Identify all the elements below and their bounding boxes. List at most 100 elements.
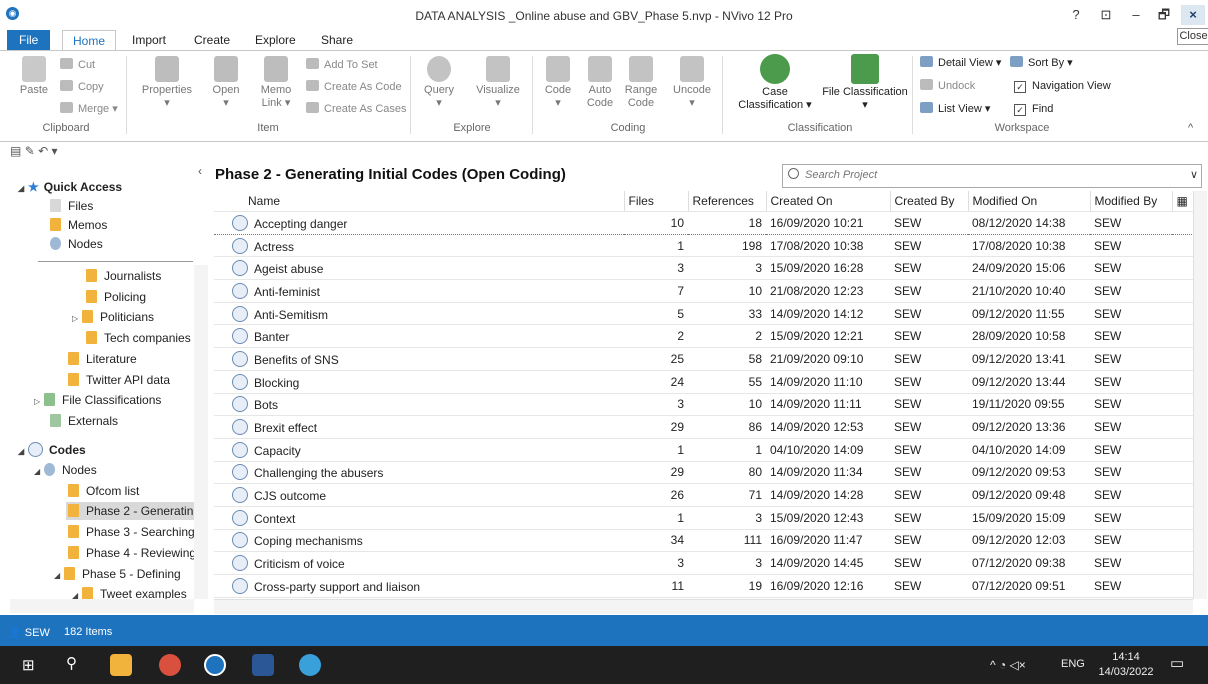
case-classification-button[interactable]: Case Classification ▾ (732, 54, 818, 112)
detail-view-button[interactable]: Detail View ▾ (920, 54, 1001, 72)
table-row[interactable]: Blocking 24 55 14/09/2020 11:10 SEW 09/12/202… (214, 370, 1196, 394)
find-checkbox[interactable]: ✓ Find (1014, 100, 1053, 118)
nav-codes-nodes[interactable]: ◢ Nodes (34, 461, 97, 479)
nav-politicians[interactable]: ▷ Politicians (72, 308, 154, 326)
nav-tech-companies[interactable]: Tech companies (86, 329, 191, 347)
restore-button[interactable]: 🗗 (1152, 5, 1176, 25)
table-row[interactable]: Banter 2 2 15/09/2020 12:21 SEW 28/09/2020 10… (214, 324, 1196, 349)
nav-twitter-api-data[interactable]: Twitter API data (68, 371, 170, 389)
memo-link-button[interactable]: Memo Link ▾ (254, 56, 298, 110)
properties-button[interactable]: Properties ▾ (138, 56, 196, 110)
tab-create[interactable]: Create (184, 30, 240, 50)
nav-codes[interactable]: ◢ Codes (18, 441, 86, 459)
system-tray-icons[interactable]: ^ ◔ ◁× (990, 658, 1026, 672)
table-row[interactable]: Criticism of voice 3 3 14/09/2020 14:45 SEW 0… (214, 551, 1196, 575)
create-as-code-button[interactable]: Create As Code (306, 78, 402, 96)
column-header-created-by[interactable]: Created By (890, 191, 969, 212)
nav-policing[interactable]: Policing (86, 288, 146, 306)
column-header-files[interactable]: Files (624, 191, 689, 212)
search-input[interactable] (803, 168, 1167, 182)
nav-ofcom-list[interactable]: Ofcom list (68, 482, 139, 500)
nav-quick-access[interactable]: ◢ ★ Quick Access (18, 178, 122, 196)
sort-by-button[interactable]: Sort By ▾ (1010, 54, 1073, 72)
list-view-button[interactable]: List View ▾ (920, 100, 990, 118)
nav-files[interactable]: Files (50, 197, 93, 215)
open-button[interactable]: Open ▾ (208, 56, 244, 110)
column-header-name[interactable]: Name (214, 191, 625, 212)
table-row[interactable]: Coping mechanisms 34 111 16/09/2020 11:47 SE… (214, 529, 1196, 553)
horizontal-scrollbar[interactable] (214, 599, 1193, 614)
nvivo-taskbar-icon[interactable] (204, 654, 226, 676)
visualize-button[interactable]: Visualize ▾ (470, 56, 526, 110)
nav-file-classifications[interactable]: ▷ File Classifications (34, 391, 161, 409)
close-button[interactable]: × (1181, 5, 1205, 25)
add-to-set-button[interactable]: Add To Set (306, 56, 378, 74)
chrome-icon[interactable] (159, 654, 181, 676)
nav-vertical-scrollbar[interactable] (194, 265, 208, 599)
minimize-button[interactable]: – (1124, 5, 1148, 25)
table-row[interactable]: Context 1 3 15/09/2020 12:43 SEW 15/09/2020 1… (214, 506, 1196, 530)
search-project-box[interactable] (782, 164, 1202, 188)
column-header-modified-on[interactable]: Modified On (968, 191, 1091, 212)
tab-share[interactable]: Share (311, 30, 363, 50)
nav-phase-4[interactable]: Phase 4 - Reviewing (68, 544, 196, 562)
column-header-modified-by[interactable]: Modified By (1090, 191, 1173, 212)
customize-icon[interactable]: ▾ (52, 144, 58, 158)
word-icon[interactable] (252, 654, 274, 676)
auto-code-button[interactable]: Auto Code (582, 56, 618, 110)
table-row[interactable]: Bots 3 10 14/09/2020 11:11 SEW 19/11/2020 09:… (214, 393, 1196, 417)
table-row[interactable]: Anti-feminist 7 10 21/08/2020 12:23 SEW 21/10… (214, 279, 1196, 303)
range-code-button[interactable]: Range Code (620, 56, 662, 110)
navigation-view-checkbox[interactable]: ✓ Navigation View (1014, 77, 1111, 95)
table-row[interactable]: Actress 1 198 17/08/2020 10:38 SEW 17/08/2020… (214, 234, 1196, 258)
nav-phase-5[interactable]: ◢ Phase 5 - Defining (54, 565, 181, 583)
undock-button[interactable]: Undock (920, 77, 975, 95)
nav-memos[interactable]: Memos (50, 216, 107, 234)
nav-horizontal-scrollbar[interactable] (10, 599, 194, 613)
nav-phase-2[interactable]: Phase 2 - Generatin (66, 502, 196, 520)
column-header-created-on[interactable]: Created On (766, 191, 891, 212)
tab-home[interactable]: Home (62, 30, 117, 52)
tab-explore[interactable]: Explore (245, 30, 306, 50)
cut-button[interactable]: Cut (60, 56, 95, 74)
language-indicator[interactable]: ENG (1061, 658, 1085, 670)
table-row[interactable]: Ageist abuse 3 3 15/09/2020 16:28 SEW 24/09/2… (214, 256, 1196, 281)
collapse-ribbon-icon[interactable]: ^ (1188, 122, 1193, 134)
search-icon[interactable]: ⚲ (66, 654, 77, 672)
undo-icon[interactable]: ↶ (38, 144, 48, 158)
table-row[interactable]: Capacity 1 1 04/10/2020 14:09 SEW 04/10/2020 … (214, 438, 1196, 462)
table-row[interactable]: CJS outcome 26 71 14/09/2020 14:28 SEW 09/12/… (214, 483, 1196, 507)
table-row[interactable]: Cross-party support and liaison 11 19 16/09… (214, 574, 1196, 598)
nav-nodes[interactable]: Nodes (50, 235, 103, 253)
edit-icon[interactable]: ✎ (25, 144, 35, 158)
uncode-button[interactable]: Uncode ▾ (670, 56, 714, 110)
merge-button[interactable]: Merge ▾ (60, 100, 118, 118)
nav-externals[interactable]: Externals (50, 412, 118, 430)
file-classification-button[interactable]: File Classification ▾ (822, 54, 908, 112)
query-button[interactable]: Query ▾ (420, 56, 458, 110)
windows-start-icon[interactable]: ⊞ (22, 656, 35, 674)
copy-button[interactable]: Copy (60, 78, 104, 96)
table-row[interactable]: Benefits of SNS 25 58 21/09/2020 09:10 SEW 09… (214, 347, 1196, 371)
collapse-pane-icon[interactable]: ‹ (198, 164, 202, 178)
chevron-down-icon[interactable]: ∨ (1190, 168, 1198, 181)
help-icon[interactable]: ? (1064, 5, 1088, 25)
save-icon[interactable]: ▤ (10, 144, 21, 158)
table-row[interactable]: Accepting danger 10 18 16/09/2020 10:21 SEW 0… (214, 211, 1196, 235)
nav-literature[interactable]: Literature (68, 350, 137, 368)
column-header-references[interactable]: References (688, 191, 767, 212)
vertical-scrollbar[interactable] (1193, 191, 1207, 599)
create-as-cases-button[interactable]: Create As Cases (306, 100, 407, 118)
code-button[interactable]: Code ▾ (540, 56, 576, 110)
nav-journalists[interactable]: Journalists (86, 267, 161, 285)
nav-phase-3[interactable]: Phase 3 - Searching (68, 523, 195, 541)
file-explorer-icon[interactable] (110, 654, 132, 676)
tab-file[interactable]: File (7, 30, 51, 50)
tab-import[interactable]: Import (122, 30, 176, 50)
table-row[interactable]: Anti-Semitism 5 33 14/09/2020 14:12 SEW 09/12… (214, 302, 1196, 326)
edge-icon[interactable] (299, 654, 321, 676)
table-row[interactable]: Brexit effect 29 86 14/09/2020 12:53 SEW 09/1… (214, 415, 1196, 439)
paste-button[interactable]: Paste (18, 56, 50, 97)
clock[interactable]: 14:14 14/03/2022 (1096, 650, 1156, 680)
ribbon-display-icon[interactable]: ⊡ (1094, 5, 1118, 25)
